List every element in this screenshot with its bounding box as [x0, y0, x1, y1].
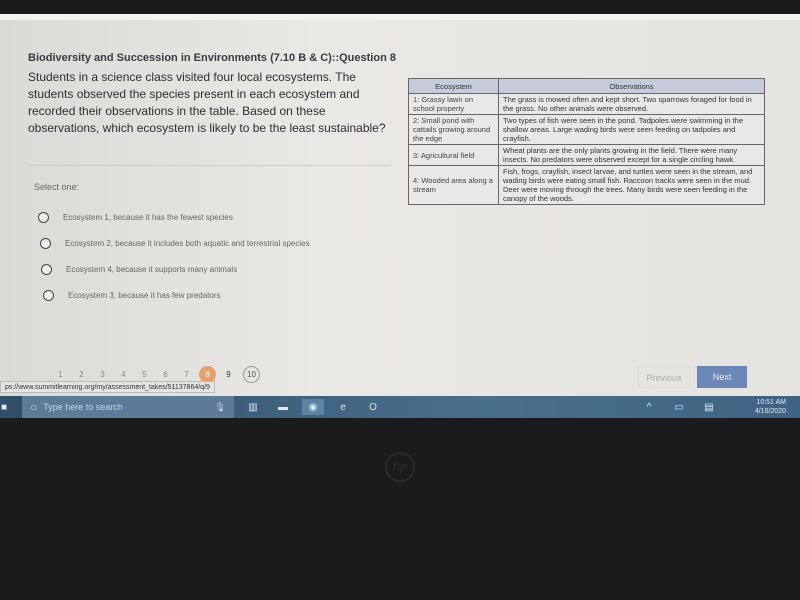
table-row: 1: Grassy lawn on school property The gra… [408, 93, 765, 115]
answer-option-1[interactable]: Ecosystem 1, because it has the fewest s… [38, 212, 233, 223]
radio-button[interactable] [40, 238, 51, 249]
answer-option-2[interactable]: Ecosystem 2, because it includes both aq… [40, 238, 310, 249]
radio-button[interactable] [43, 290, 54, 301]
answer-option-4[interactable]: Ecosystem 3, because it has few predator… [43, 290, 221, 301]
screen: Biodiversity and Succession in Environme… [0, 14, 800, 396]
question-title: Biodiversity and Succession in Environme… [28, 52, 396, 64]
header-ecosystem: Ecosystem [408, 78, 499, 94]
page-1[interactable]: 1 [50, 370, 71, 379]
microphone-icon[interactable]: 🎙 [215, 402, 226, 413]
windows-start-icon[interactable]: ■ [0, 399, 8, 415]
option-label: Ecosystem 1, because it has the fewest s… [63, 213, 233, 222]
cell: Wheat plants are the only plants growing… [498, 144, 765, 166]
network-icon[interactable]: ▤ [698, 399, 720, 415]
cell: 3: Agricultural field [408, 144, 499, 166]
status-url: ps://www.summitlearning.org/my/assessmen… [0, 381, 215, 393]
search-placeholder: Type here to search [43, 402, 123, 412]
cell: Two types of fish were seen in the pond.… [498, 114, 765, 145]
option-label: Ecosystem 2, because it includes both aq… [65, 239, 310, 248]
hp-logo: hp [385, 452, 415, 482]
chevron-up-icon[interactable]: ^ [638, 399, 660, 415]
browser-top [0, 14, 800, 20]
time: 10:51 AM [756, 399, 786, 406]
cell: 1: Grassy lawn on school property [408, 93, 499, 115]
cell: 2: Small pond with cattails growing arou… [408, 114, 499, 145]
file-explorer-icon[interactable]: ▬ [272, 399, 294, 415]
option-label: Ecosystem 3, because it has few predator… [68, 291, 221, 300]
cortana-icon: ○ [30, 400, 38, 414]
page-2[interactable]: 2 [71, 370, 92, 379]
cell: Fish, frogs, crayfish, insect larvae, an… [498, 165, 765, 205]
table-row: 2: Small pond with cattails growing arou… [408, 114, 765, 145]
page-3[interactable]: 3 [92, 370, 113, 379]
taskbar: ■ ○ Type here to search 🎙 ▥ ▬ ◉ e O ^ ▭ … [0, 396, 800, 418]
answer-option-3[interactable]: Ecosystem 4, because it supports many an… [41, 264, 237, 275]
radio-button[interactable] [38, 212, 49, 223]
table-row: 4: Wooded area along a stream Fish, frogs… [408, 165, 765, 205]
cell: 4: Wooded area along a stream [408, 165, 499, 205]
divider [28, 165, 390, 166]
page-10[interactable]: 10 [243, 366, 260, 383]
edge-icon[interactable]: e [332, 399, 354, 415]
select-label: Select one: [34, 182, 80, 192]
date: 4/16/2020 [754, 408, 786, 415]
clock[interactable]: 10:51 AM 4/16/2020 [755, 398, 786, 416]
observations-table: Ecosystem Observations 1: Grassy lawn on … [408, 78, 765, 205]
radio-button[interactable] [41, 264, 52, 275]
header-observations: Observations [498, 78, 765, 94]
page-9[interactable]: 9 [218, 370, 239, 379]
task-view-icon[interactable]: ▥ [242, 399, 264, 415]
question-text: Students in a science class visited four… [28, 70, 386, 135]
taskbar-search[interactable]: ○ Type here to search 🎙 [22, 396, 234, 418]
page-6[interactable]: 6 [155, 370, 176, 379]
table-row: 3: Agricultural field Wheat plants are th… [408, 144, 765, 166]
previous-button[interactable]: Previous [638, 366, 690, 388]
option-label: Ecosystem 4, because it supports many an… [66, 265, 238, 274]
page-5[interactable]: 5 [134, 370, 155, 379]
chrome-icon[interactable]: ◉ [302, 399, 324, 415]
page-4[interactable]: 4 [113, 370, 134, 379]
next-button[interactable]: Next [697, 366, 747, 388]
cell: The grass is mowed often and kept short.… [498, 93, 765, 115]
outlook-icon[interactable]: O [362, 399, 384, 415]
page-7[interactable]: 7 [176, 370, 197, 379]
keyboard-icon[interactable]: ▭ [668, 399, 690, 415]
